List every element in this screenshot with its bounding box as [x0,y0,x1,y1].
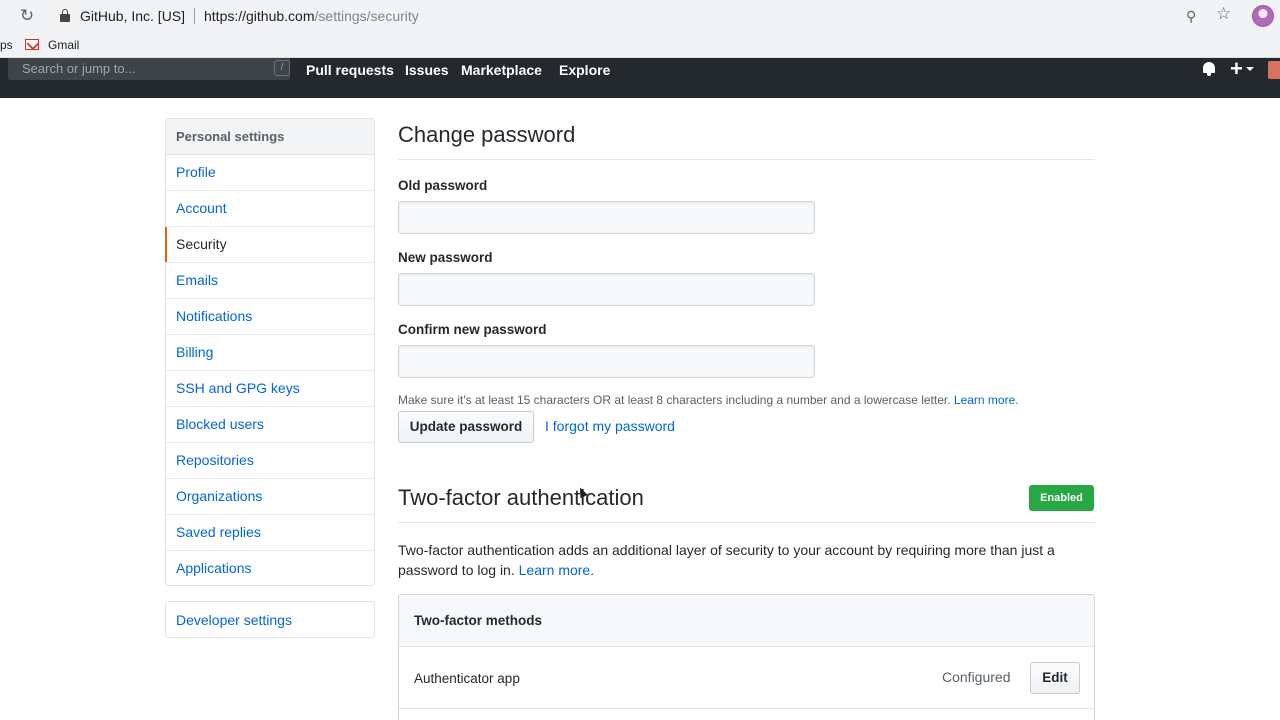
old-password-label: Old password [398,178,488,193]
search-shortcut-hint: / [274,60,290,76]
nav-pull-requests[interactable]: Pull requests [306,62,394,78]
bookmark-gmail[interactable]: Gmail [48,38,79,52]
menu-item-account[interactable]: Account [166,191,374,227]
lock-icon[interactable] [60,9,70,22]
confirm-password-label: Confirm new password [398,322,547,337]
caret-down-icon[interactable] [1246,67,1254,71]
two-factor-methods-box: Two-factor methods Authenticator app Con… [398,594,1095,720]
menu-item-emails[interactable]: Emails [166,263,374,299]
menu-item-billing[interactable]: Billing [166,335,374,371]
confirm-password-field[interactable] [398,345,815,378]
menu-item-repositories[interactable]: Repositories [166,443,374,479]
gmail-icon[interactable] [25,39,39,50]
two-factor-learn-more-link[interactable]: Learn more. [519,562,594,578]
reload-icon[interactable]: ↻ [18,7,36,25]
two-factor-subhead: Two-factor authentication [398,485,1095,523]
search-placeholder: Search or jump to... [22,61,136,76]
url-divider [194,8,195,24]
menu-item-ssh-gpg-keys[interactable]: SSH and GPG keys [166,371,374,407]
forgot-password-link[interactable]: I forgot my password [545,418,675,434]
browser-profile-avatar[interactable] [1252,5,1274,27]
two-factor-methods-heading: Two-factor methods [399,595,1094,647]
list-item: Authenticator app Configured Edit [399,647,1094,709]
github-header: Search or jump to... / Pull requests Iss… [0,58,1280,98]
url-path: /settings/security [314,8,419,24]
plus-icon[interactable]: + [1230,58,1243,80]
change-password-title: Change password [398,122,576,147]
password-learn-more-link[interactable]: Learn more. [954,393,1019,407]
menu-item-organizations[interactable]: Organizations [166,479,374,515]
two-factor-title: Two-factor authentication [398,485,644,510]
menu-item-blocked-users[interactable]: Blocked users [166,407,374,443]
settings-menu: Personal settings Profile Account Securi… [165,118,375,586]
menu-heading: Personal settings [166,119,374,155]
star-icon[interactable]: ☆ [1216,5,1234,23]
nav-explore[interactable]: Explore [559,62,610,78]
authenticator-app-label: Authenticator app [414,671,520,686]
authenticator-app-status: Configured [942,669,1011,685]
two-factor-status-badge: Enabled [1029,485,1094,511]
edit-authenticator-button[interactable]: Edit [1030,662,1080,694]
update-password-button[interactable]: Update password [398,411,534,443]
menu-item-applications[interactable]: Applications [166,551,374,585]
two-factor-description: Two-factor authentication adds an additi… [398,540,1088,580]
old-password-field[interactable] [398,201,815,234]
menu-item-developer-settings[interactable]: Developer settings [165,601,375,638]
user-avatar[interactable] [1268,61,1280,79]
menu-item-profile[interactable]: Profile [166,155,374,191]
nav-marketplace[interactable]: Marketplace [461,62,542,78]
new-password-field[interactable] [398,273,815,306]
key-icon[interactable]: ⚲ [1186,8,1204,24]
password-note-text: Make sure it's at least 15 characters OR… [398,393,951,407]
two-factor-description-text: Two-factor authentication adds an additi… [398,542,1055,578]
site-identity[interactable]: GitHub, Inc. [US] [80,8,185,24]
url-field[interactable]: https://github.com/settings/security [204,8,419,24]
bookmarks-bar: ps [0,32,1280,58]
menu-item-saved-replies[interactable]: Saved replies [166,515,374,551]
nav-issues[interactable]: Issues [405,62,449,78]
search-input[interactable]: Search or jump to... / [8,58,290,80]
bookmark-apps[interactable]: ps [0,38,13,52]
password-requirements-note: Make sure it's at least 15 characters OR… [398,393,1019,407]
menu-item-notifications[interactable]: Notifications [166,299,374,335]
browser-address-bar: ↻ GitHub, Inc. [US] https://github.com/s… [0,0,1280,32]
url-origin: https://github.com [204,8,315,24]
new-password-label: New password [398,250,493,265]
menu-item-security[interactable]: Security [165,227,374,263]
bell-icon[interactable] [1202,62,1216,76]
change-password-subhead: Change password [398,122,1095,160]
